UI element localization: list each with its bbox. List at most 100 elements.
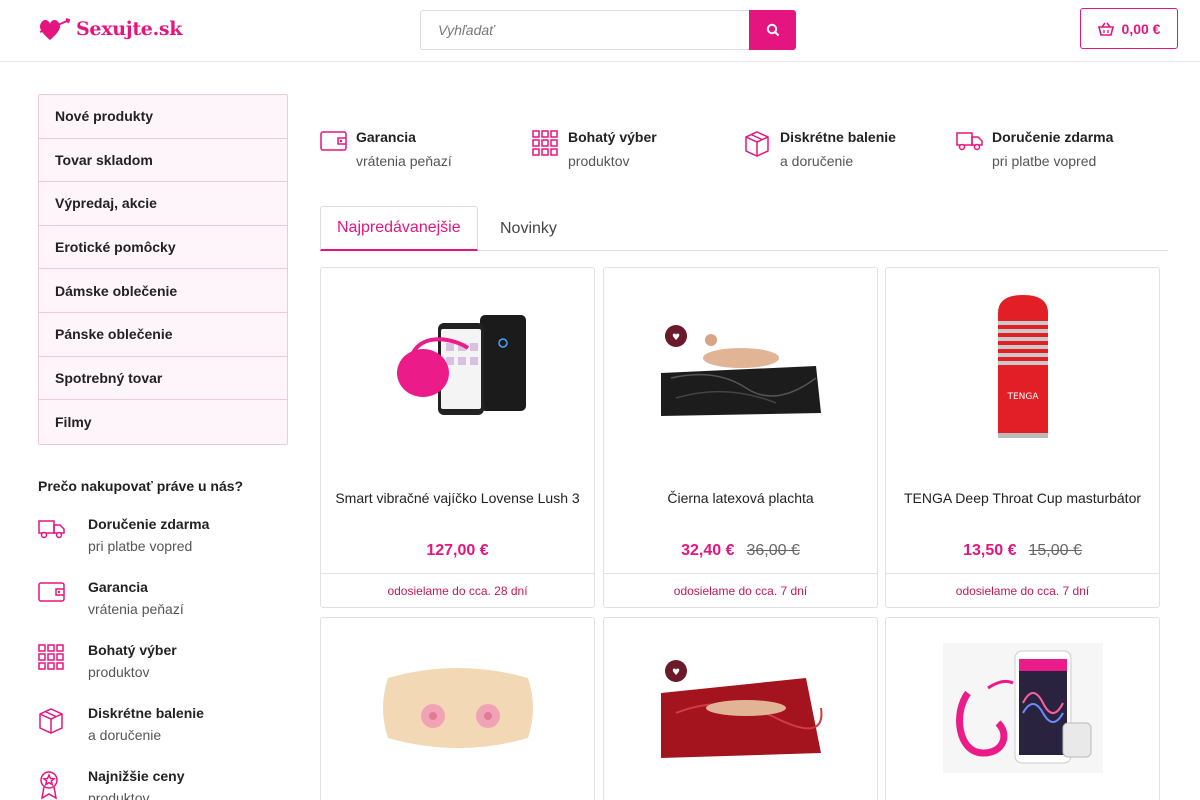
why-item-title: Najnižšie ceny	[88, 768, 185, 784]
product-old-price: 15,00 €	[1028, 541, 1082, 559]
box-icon	[39, 708, 63, 734]
menu-item-label: Spotrebný tovar	[55, 369, 163, 386]
tab-bestsellers[interactable]: Najpredávanejšie	[320, 206, 478, 251]
product-image-red-sheet: ♥	[660, 660, 822, 758]
truck-icon	[956, 132, 983, 151]
truck-icon	[38, 520, 65, 539]
why-item-subtitle: produktov	[88, 664, 150, 680]
feature-title: Diskrétne balenie	[780, 129, 896, 145]
product-card[interactable]	[885, 617, 1160, 800]
product-card[interactable]: ♥ Čierna latexová plachta 32,40 € 36,00 …	[603, 267, 878, 608]
product-card[interactable]	[320, 617, 595, 800]
menu-item-erotic-aids[interactable]: Erotické pomôcky	[39, 225, 287, 270]
product-image-tenga-cup: TENGA	[997, 295, 1048, 438]
menu-item-label: Pánske oblečenie	[55, 326, 173, 343]
product-image-pillow	[382, 668, 533, 748]
search-bar	[420, 10, 796, 50]
product-image[interactable]: TENGA	[886, 268, 1159, 468]
box-icon	[745, 131, 769, 157]
search-icon	[766, 23, 779, 37]
logo-text: Sexujte.sk	[76, 18, 183, 40]
category-menu: Nové produkty Tovar skladom Výpredaj, ak…	[38, 94, 288, 445]
product-prices: 13,50 € 15,00 €	[886, 528, 1159, 573]
svg-text:♥: ♥	[671, 668, 679, 678]
why-item-guarantee: Garancia vrátenia peňazí	[38, 577, 298, 640]
feature-title: Bohatý výber	[568, 129, 657, 145]
wallet-icon	[38, 582, 65, 602]
product-image[interactable]: ♥	[604, 268, 877, 468]
features-row: Garancia vrátenia peňazí Bohatý výber pr…	[320, 126, 1168, 176]
heart-logo-icon	[39, 18, 71, 40]
tab-new[interactable]: Novinky	[484, 206, 573, 251]
product-image[interactable]	[321, 618, 594, 798]
product-price: 32,40 €	[681, 541, 735, 559]
feature-title: Doručenie zdarma	[992, 129, 1114, 145]
menu-item-label: Filmy	[55, 413, 92, 430]
cart-button[interactable]: 0,00 €	[1080, 8, 1178, 49]
feature-title: Garancia	[356, 129, 416, 145]
menu-item-label: Dámske oblečenie	[55, 282, 178, 299]
menu-item-label: Tovar skladom	[55, 151, 153, 168]
feature-subtitle: a doručenie	[780, 153, 854, 169]
why-item-subtitle: pri platbe vopred	[88, 538, 193, 554]
product-name[interactable]: TENGA Deep Throat Cup masturbátor	[886, 468, 1159, 528]
menu-item-sale[interactable]: Výpredaj, akcie	[39, 182, 287, 226]
product-card[interactable]: Smart vibračné vajíčko Lovense Lush 3 12…	[320, 267, 595, 608]
why-item-discreet-packaging: Diskrétne balenie a doručenie	[38, 703, 298, 766]
feature-wide-selection: Bohatý výber produktov	[532, 126, 657, 174]
why-item-lowest-prices: Najnižšie ceny produktov	[38, 766, 298, 800]
logo[interactable]: Sexujte.sk	[38, 16, 182, 42]
product-image-lovense-app	[942, 643, 1103, 773]
wallet-icon	[320, 131, 347, 151]
why-item-subtitle: produktov	[88, 790, 150, 800]
product-card[interactable]: ♥	[603, 617, 878, 800]
product-old-price: 36,00 €	[746, 541, 800, 559]
menu-item-new-products[interactable]: Nové produkty	[39, 95, 287, 139]
feature-discreet-packaging: Diskrétne balenie a doručenie	[744, 126, 896, 174]
product-image[interactable]	[321, 268, 594, 468]
feature-guarantee: Garancia vrátenia peňazí	[320, 126, 452, 174]
product-image-latex-sheet: ♥	[660, 325, 821, 416]
menu-item-mens-clothing[interactable]: Pánske oblečenie	[39, 312, 287, 357]
product-card[interactable]: TENGA TENGA Deep Throat Cup masturbátor …	[885, 267, 1160, 608]
product-prices: 127,00 €	[321, 528, 594, 573]
why-item-subtitle: a doručenie	[88, 727, 162, 743]
product-prices: 32,40 € 36,00 €	[604, 528, 877, 573]
menu-item-label: Erotické pomôcky	[55, 239, 176, 256]
product-price: 13,50 €	[963, 541, 1017, 559]
product-shipping: odosielame do cca. 28 dní	[321, 573, 594, 607]
search-input[interactable]	[420, 10, 749, 50]
product-tabs: Najpredávanejšie Novinky	[320, 206, 1168, 251]
product-image[interactable]	[886, 618, 1159, 798]
product-shipping: odosielame do cca. 7 dní	[604, 573, 877, 607]
basket-icon	[1097, 22, 1114, 36]
product-price: 127,00 €	[426, 541, 489, 559]
why-item-title: Garancia	[88, 579, 148, 595]
product-image-lovense	[396, 315, 526, 415]
badge-icon	[40, 771, 58, 800]
search-button[interactable]	[749, 10, 796, 50]
why-item-wide-selection: Bohatý výber produktov	[38, 640, 298, 703]
menu-item-womens-clothing[interactable]: Dámske oblečenie	[39, 269, 287, 313]
feature-free-delivery: Doručenie zdarma pri platbe vopred	[956, 126, 1113, 174]
product-name[interactable]: Čierna latexová plachta	[604, 468, 877, 528]
svg-text:♥: ♥	[671, 333, 679, 343]
why-item-subtitle: vrátenia peňazí	[88, 601, 184, 617]
why-item-title: Bohatý výber	[88, 642, 177, 658]
menu-item-in-stock[interactable]: Tovar skladom	[39, 138, 287, 183]
menu-item-films[interactable]: Filmy	[39, 400, 287, 444]
feature-subtitle: pri platbe vopred	[992, 153, 1097, 169]
why-item-title: Diskrétne balenie	[88, 705, 204, 721]
product-name[interactable]: Smart vibračné vajíčko Lovense Lush 3	[321, 468, 594, 528]
feature-subtitle: vrátenia peňazí	[356, 153, 452, 169]
product-shipping: odosielame do cca. 7 dní	[886, 573, 1159, 607]
why-item-title: Doručenie zdarma	[88, 516, 210, 532]
product-image[interactable]: ♥	[604, 618, 877, 798]
why-list: Doručenie zdarma pri platbe vopred Garan…	[38, 514, 298, 800]
header: Sexujte.sk 0,00 €	[0, 0, 1200, 62]
menu-item-label: Nové produkty	[55, 108, 154, 125]
why-title: Prečo nakupovať práve u nás?	[38, 478, 244, 494]
cart-total: 0,00 €	[1121, 20, 1161, 37]
menu-item-consumables[interactable]: Spotrebný tovar	[39, 356, 287, 401]
why-item-free-delivery: Doručenie zdarma pri platbe vopred	[38, 514, 298, 577]
